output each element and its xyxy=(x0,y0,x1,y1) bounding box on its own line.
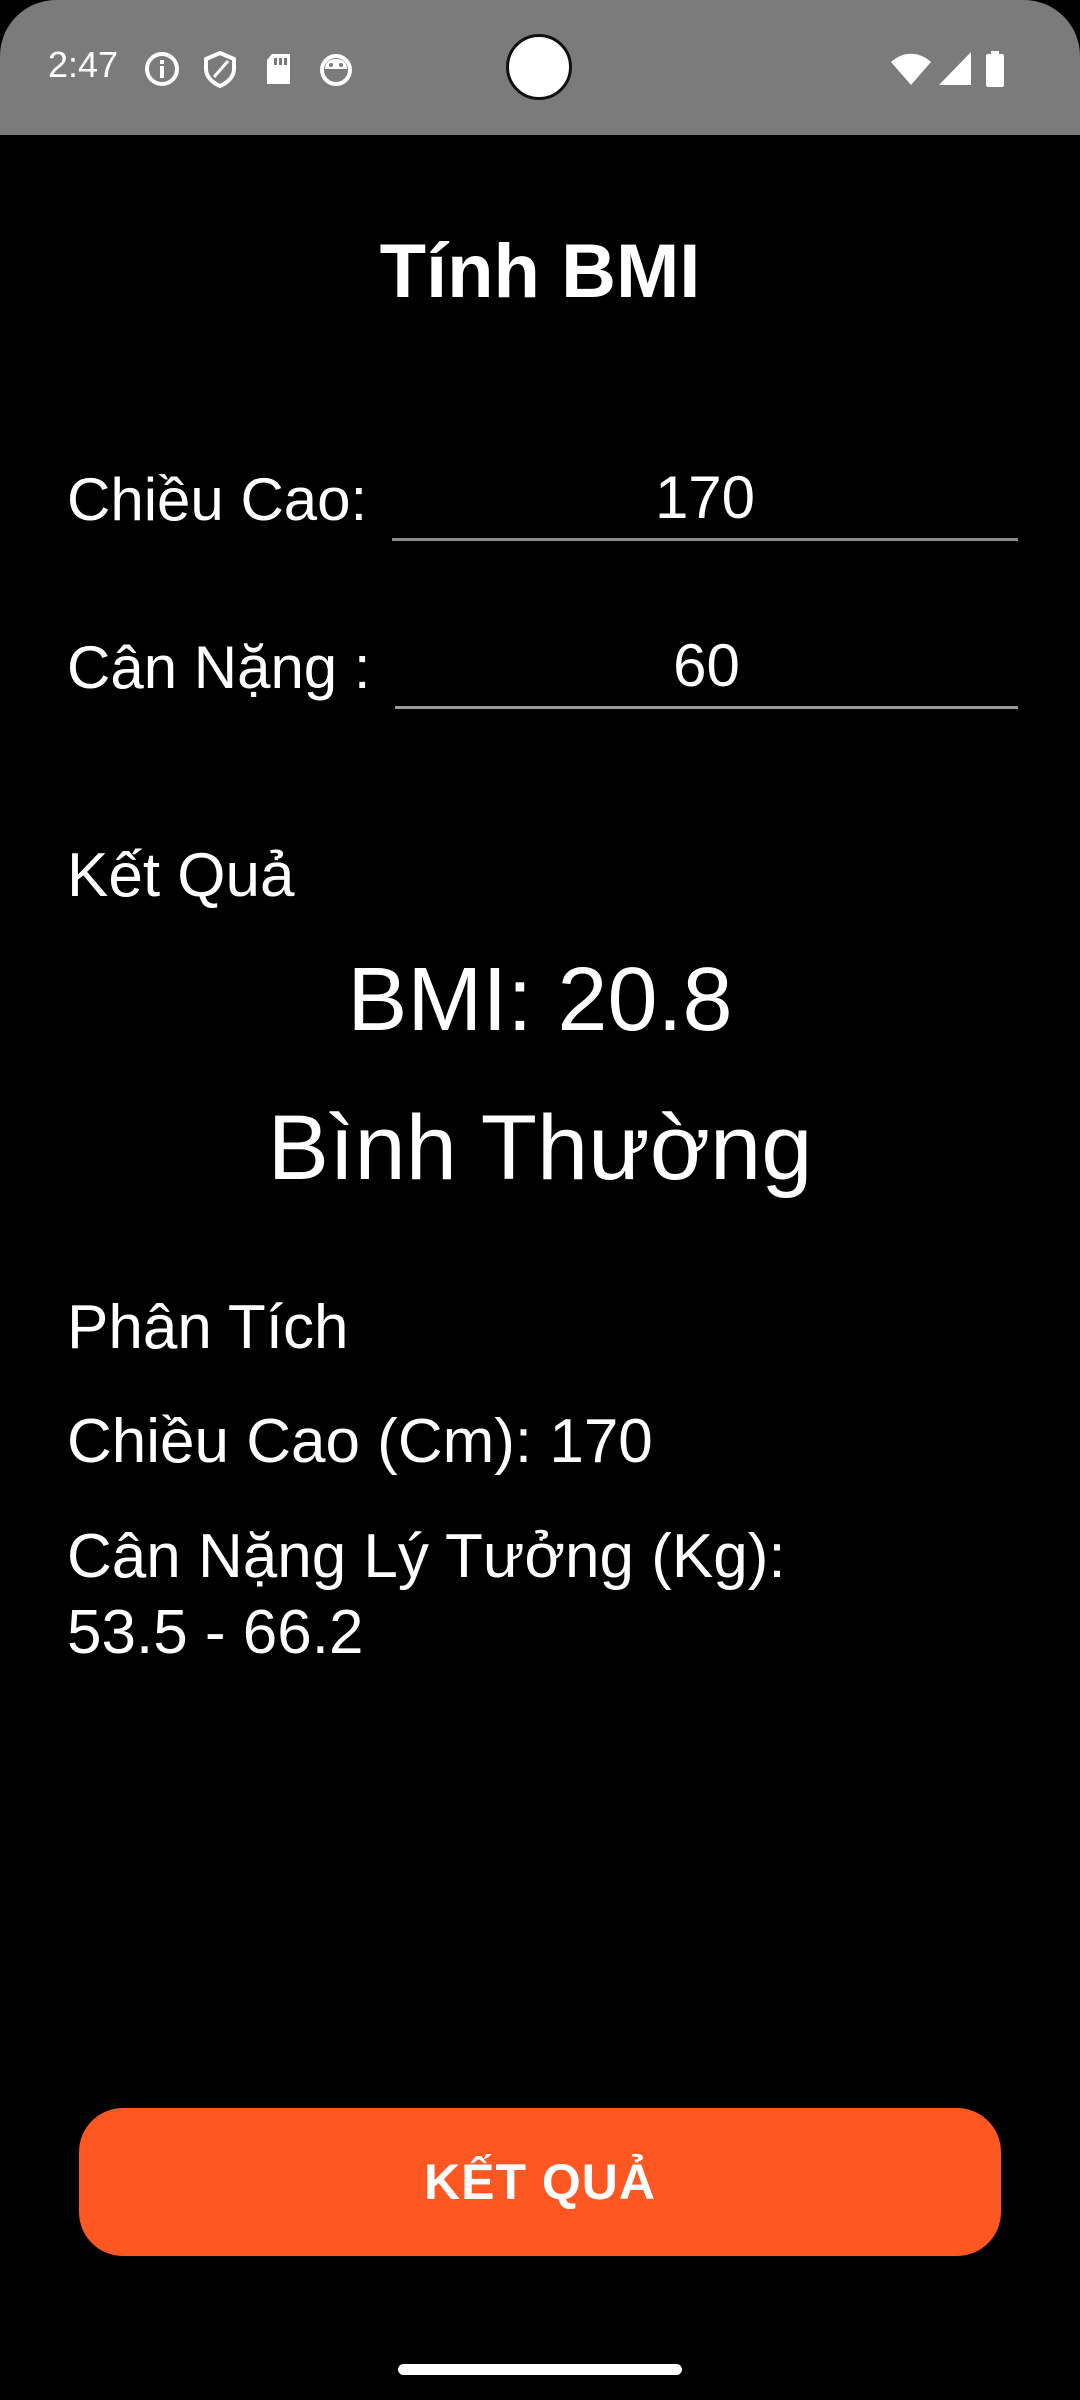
signal-icon xyxy=(937,50,975,88)
ideal-weight-label: Cân Nặng Lý Tưởng (Kg): xyxy=(67,1522,786,1591)
analysis-height-line: Chiều Cao (Cm): 170 xyxy=(67,1407,653,1476)
bmi-value: BMI: 20.8 xyxy=(347,950,733,1050)
wifi-icon xyxy=(890,50,932,88)
android-icon xyxy=(317,50,355,88)
info-icon xyxy=(143,50,181,88)
status-time: 2:47 xyxy=(48,44,119,85)
camera-cutout xyxy=(506,34,572,100)
height-input[interactable]: 170 xyxy=(392,458,1018,541)
weight-input[interactable]: 60 xyxy=(395,626,1018,709)
home-indicator[interactable] xyxy=(398,2364,682,2375)
analysis-section-label: Phân Tích xyxy=(67,1293,349,1362)
height-label: Chiều Cao: xyxy=(67,466,368,533)
page-title: Tính BMI xyxy=(379,229,701,314)
app-screen: 2:47 Tính BMI Chiều Cao: 170 Cân Nặng: … xyxy=(0,0,1080,2400)
bmi-status: Bình Thường xyxy=(267,1097,813,1199)
ideal-weight-range: 53.5 - 66.2 xyxy=(67,1598,364,1667)
shield-icon xyxy=(201,50,239,89)
sd-card-icon xyxy=(260,50,298,88)
battery-icon xyxy=(984,50,1006,88)
weight-label: Cân Nặng : xyxy=(67,634,371,701)
result-section-label: Kết Quả xyxy=(67,841,295,910)
status-bar: 2:47 xyxy=(0,0,1080,135)
result-button[interactable]: KẾT QUẢ xyxy=(79,2108,1001,2256)
